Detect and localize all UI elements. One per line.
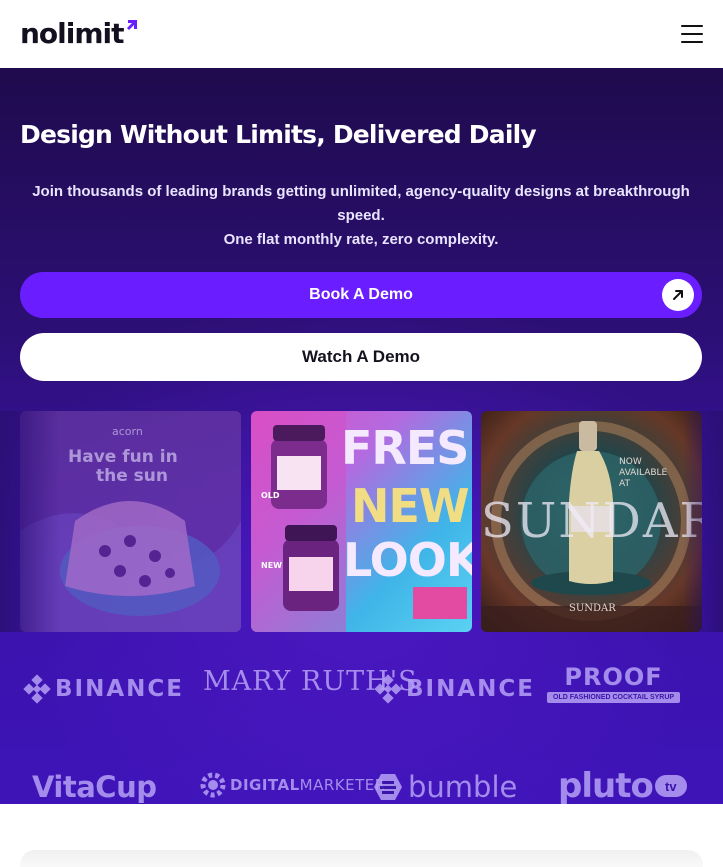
proof-subtitle: OLD FASHIONED COCKTAIL SYRUP (547, 692, 681, 703)
menu-line (681, 33, 703, 35)
carousel-fade-left (0, 411, 60, 632)
arrow-up-right-glyph (673, 290, 683, 300)
look-word: LOOK (343, 533, 472, 587)
menu-line (681, 25, 703, 27)
proof-logo: PROOF OLD FASHIONED COCKTAIL SYRUP (547, 663, 681, 703)
sundar-wordmark: SUNDAR (481, 493, 702, 549)
portfolio-carousel[interactable]: acorn Have fun in the sun FRESH NEW LOOK… (0, 411, 723, 633)
hero-title: Design Without Limits, Delivered Daily (20, 120, 537, 149)
now-label: NOW (619, 457, 642, 467)
digitalmarketer-logo: DIGITAL MARKETER (196, 768, 386, 802)
menu-line (681, 41, 703, 43)
digitalmarketer-wordmark-a: DIGITAL (230, 776, 300, 794)
acorn-headline-2: the sun (96, 466, 169, 486)
bumble-wordmark: bumble (408, 770, 518, 804)
binance-logo: BINANCE (22, 674, 184, 704)
new-word: NEW (351, 479, 470, 533)
binance-logo-2: BINANCE (373, 674, 535, 704)
vitacup-wordmark: VitaCup (32, 770, 157, 804)
bumble-logo: bumble (373, 770, 517, 804)
old-label: OLD (261, 491, 280, 500)
binance-wordmark: BINANCE (55, 676, 184, 702)
hamburger-menu-icon[interactable] (681, 25, 703, 43)
logo-arrow-icon (126, 20, 137, 30)
pluto-tv-badge: tv (654, 775, 687, 797)
fresh-word: FRESH (341, 421, 472, 475)
acorn-headline-1: Have fun in (68, 447, 178, 467)
gear-icon (200, 772, 226, 798)
hero-subtitle-line1: Join thousands of leading brands getting… (32, 183, 690, 224)
at-label: AT (619, 479, 630, 489)
watch-demo-label: Watch A Demo (301, 347, 421, 366)
binance-diamond-icon (374, 674, 402, 704)
carousel-fade-right (683, 411, 723, 632)
binance-diamond-icon (23, 674, 51, 704)
hero-subtitle: Join thousands of leading brands getting… (20, 180, 702, 252)
proof-wordmark: PROOF (564, 663, 663, 691)
arrow-up-right-icon (662, 279, 694, 311)
hero-section: Design Without Limits, Delivered Daily J… (0, 68, 723, 804)
logo-wordmark: nolimit (20, 17, 125, 50)
site-header: nolimit (0, 0, 723, 68)
next-section-card-shadow (20, 850, 703, 867)
watch-demo-button[interactable]: Watch A Demo (20, 333, 702, 381)
book-demo-button[interactable]: Book A Demo (20, 272, 702, 318)
hero-subtitle-line2: One flat monthly rate, zero complexity. (223, 231, 499, 248)
binance-wordmark: BINANCE (406, 676, 535, 702)
nolimit-logo[interactable]: nolimit (20, 20, 139, 48)
book-demo-label: Book A Demo (309, 286, 413, 303)
available-label: AVAILABLE (619, 468, 668, 478)
new-label: NEW (261, 561, 282, 570)
acorn-brand-label: acorn (112, 425, 143, 438)
portfolio-card-sundar[interactable]: SUNDAR NOW AVAILABLE AT SUNDAR (481, 411, 702, 632)
sundar-footer: SUNDAR (569, 603, 616, 614)
portfolio-card-fresh-new-look[interactable]: FRESH NEW LOOK OLD NEW (251, 411, 472, 632)
brand-logos: BINANCE MARY RUTH'S BINANCE PROOF OLD FA… (0, 658, 723, 804)
bumble-hex-icon (374, 774, 402, 800)
vitacup-logo: VitaCup (32, 770, 157, 804)
plutotv-logo: pluto tv (558, 766, 687, 804)
pluto-wordmark: pluto (558, 766, 654, 804)
